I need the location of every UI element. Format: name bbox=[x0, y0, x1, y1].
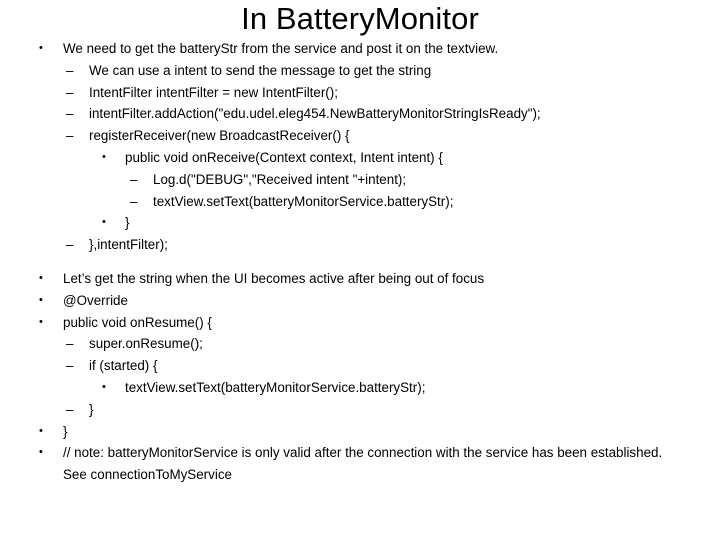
bullet-line: • We need to get the batteryStr from the … bbox=[0, 38, 700, 60]
bullet-line: •} bbox=[0, 421, 700, 443]
bullet-marker-level2-icon: – bbox=[66, 84, 74, 100]
bullet-line-text: intentFilter.addAction("edu.udel.eleg454… bbox=[89, 106, 541, 122]
bullet-line-text: IntentFilter intentFilter = new IntentFi… bbox=[89, 84, 338, 100]
bullet-line: – IntentFilter intentFilter = new IntentF… bbox=[0, 82, 700, 104]
slide-canvas: In BatteryMonitor • We need to get the ba… bbox=[0, 0, 720, 540]
bullet-marker-level4-icon: – bbox=[130, 171, 138, 187]
bullet-line-text: We need to get the batteryStr from the s… bbox=[63, 41, 499, 56]
bullet-line-text: @Override bbox=[63, 292, 128, 308]
bullet-line: • textView.setText(batteryMonitorService.… bbox=[0, 377, 700, 399]
bullet-marker-level1-icon: • bbox=[39, 42, 43, 54]
bullet-line: •} bbox=[0, 212, 700, 234]
bullet-marker-level1-icon: • bbox=[39, 315, 43, 328]
bullet-marker-level1-icon: • bbox=[39, 272, 43, 284]
bullet-line-text: Log.d("DEBUG","Received intent "+intent)… bbox=[153, 171, 407, 187]
bullet-line: • // note: batteryMonitorService is only … bbox=[0, 442, 700, 486]
bullet-line: – We can use a intent to send the message… bbox=[0, 60, 700, 82]
bullet-line: – super.onResume(); bbox=[0, 333, 700, 355]
bullet-line: – textView.setText(batteryMonitorService.… bbox=[0, 191, 700, 213]
bullet-line-text: super.onResume(); bbox=[89, 336, 203, 352]
bullet-marker-level2-icon: – bbox=[66, 401, 74, 417]
bullet-marker-level3-icon: • bbox=[102, 380, 106, 393]
bullet-line-text: } bbox=[125, 215, 130, 231]
bullet-line-text: },intentFilter); bbox=[89, 237, 168, 253]
bullet-line-text: } bbox=[63, 423, 68, 439]
bullet-marker-level1-icon: • bbox=[39, 293, 43, 306]
bullet-line: • public void onResume() { bbox=[0, 312, 700, 334]
bullet-marker-level3-icon: • bbox=[102, 150, 106, 163]
bullet-marker-level2-icon: – bbox=[66, 336, 74, 352]
bullet-marker-level1-icon: • bbox=[39, 446, 43, 459]
bullet-line: –} bbox=[0, 399, 700, 421]
bullet-line-text: textView.setText(batteryMonitorService.b… bbox=[125, 379, 426, 395]
bullet-line-text: We can use a intent to send the message … bbox=[89, 62, 432, 78]
bullet-line: • public void onReceive(Context context, … bbox=[0, 147, 700, 169]
bullet-line: – Log.d("DEBUG","Received intent "+intent… bbox=[0, 169, 700, 191]
bullet-line-text: } bbox=[89, 401, 94, 417]
bullet-marker-level2-icon: – bbox=[66, 62, 74, 78]
bullet-marker-level3-icon: • bbox=[102, 216, 106, 229]
bullet-line: • Let’s get the string when the UI become… bbox=[0, 268, 700, 290]
bullet-marker-level2-icon: – bbox=[66, 106, 74, 122]
bullet-line-text: public void onResume() { bbox=[63, 314, 212, 330]
bullet-line: – if (started) { bbox=[0, 355, 700, 377]
bullet-line: –},intentFilter); bbox=[0, 234, 700, 256]
bullet-line: – registerReceiver(new BroadcastReceiver(… bbox=[0, 125, 700, 147]
bullet-marker-level2-icon: – bbox=[66, 358, 74, 374]
bullet-line-text: textView.setText(batteryMonitorService.b… bbox=[153, 193, 454, 209]
bullet-marker-level4-icon: – bbox=[130, 193, 138, 209]
bullet-line: – intentFilter.addAction("edu.udel.eleg45… bbox=[0, 103, 700, 125]
bullet-marker-level2-icon: – bbox=[66, 237, 74, 253]
bullet-line-text: Let’s get the string when the UI becomes… bbox=[63, 271, 485, 286]
content-block-onresume: • Let’s get the string when the UI become… bbox=[0, 268, 700, 486]
bullet-line-text: public void onReceive(Context context, I… bbox=[125, 149, 443, 165]
page-title: In BatteryMonitor bbox=[241, 1, 479, 36]
bullet-line: • @Override bbox=[0, 290, 700, 312]
content-block-receiver-registration: • We need to get the batteryStr from the … bbox=[0, 38, 700, 256]
bullet-marker-level1-icon: • bbox=[39, 424, 43, 437]
bullet-line-text: registerReceiver(new BroadcastReceiver()… bbox=[89, 128, 350, 144]
bullet-line-text: if (started) { bbox=[89, 358, 158, 374]
bullet-line-text: // note: batteryMonitorService is only v… bbox=[63, 445, 666, 483]
bullet-marker-level2-icon: – bbox=[66, 128, 74, 144]
